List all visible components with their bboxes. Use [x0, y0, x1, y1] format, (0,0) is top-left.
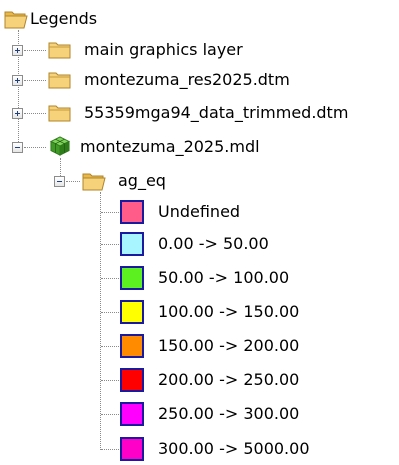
expand-plus-icon[interactable]: [12, 45, 23, 56]
tree-node-label: Legends: [30, 9, 98, 28]
folder-open-icon: [4, 11, 28, 29]
legend-item-150-200[interactable]: 150.00 -> 200.00: [0, 333, 340, 359]
legend-item-0-50[interactable]: 0.00 -> 50.00: [0, 231, 320, 257]
color-swatch: [120, 300, 144, 324]
legend-item-label: 300.00 -> 5000.00: [158, 439, 310, 458]
tree-node-label: 55359mga94_data_trimmed.dtm: [84, 103, 349, 122]
green-cube-icon: [49, 136, 71, 156]
tree-node-montezuma-res2025-dtm[interactable]: montezuma_res2025.dtm: [0, 67, 340, 93]
legend-item-100-150[interactable]: 100.00 -> 150.00: [0, 299, 340, 325]
folder-icon: [48, 105, 71, 122]
folder-open-icon: [82, 173, 106, 191]
legend-item-300-5000[interactable]: 300.00 -> 5000.00: [0, 436, 360, 462]
tree-node-main-graphics-layer[interactable]: main graphics layer: [0, 37, 260, 63]
color-swatch: [120, 437, 144, 461]
color-swatch: [120, 402, 144, 426]
expand-plus-icon[interactable]: [12, 108, 23, 119]
expand-plus-icon[interactable]: [12, 75, 23, 86]
color-swatch: [120, 266, 144, 290]
tree-node-label: ag_eq: [118, 171, 166, 190]
color-swatch: [120, 200, 144, 224]
color-swatch: [120, 334, 144, 358]
tree-node-55359mga94-data-trimmed-dtm[interactable]: 55359mga94_data_trimmed.dtm: [0, 100, 399, 126]
legend-item-50-100[interactable]: 50.00 -> 100.00: [0, 265, 330, 291]
legend-item-label: 0.00 -> 50.00: [158, 234, 269, 253]
collapse-minus-icon[interactable]: [12, 142, 23, 153]
folder-icon: [48, 42, 71, 59]
tree-node-label: main graphics layer: [84, 40, 243, 59]
color-swatch: [120, 368, 144, 392]
legend-item-200-250[interactable]: 200.00 -> 250.00: [0, 367, 340, 393]
legend-item-label: 150.00 -> 200.00: [158, 336, 300, 355]
legend-item-label: 200.00 -> 250.00: [158, 370, 300, 389]
folder-icon: [48, 72, 71, 89]
legend-item-label: 250.00 -> 300.00: [158, 404, 300, 423]
tree-node-label: montezuma_res2025.dtm: [84, 70, 290, 89]
legend-item-250-300[interactable]: 250.00 -> 300.00: [0, 401, 340, 427]
legend-tree: Legends main graphics layer montezuma_re…: [0, 0, 399, 465]
collapse-minus-icon[interactable]: [54, 176, 65, 187]
legend-item-label: Undefined: [158, 202, 241, 221]
legend-item-label: 100.00 -> 150.00: [158, 302, 300, 321]
legend-item-label: 50.00 -> 100.00: [158, 268, 290, 287]
tree-node-ag-eq[interactable]: ag_eq: [0, 168, 200, 194]
legend-item-undefined[interactable]: Undefined: [0, 199, 300, 225]
color-swatch: [120, 232, 144, 256]
tree-node-label: montezuma_2025.mdl: [80, 137, 260, 156]
tree-node-montezuma-2025-mdl[interactable]: montezuma_2025.mdl: [0, 134, 310, 160]
tree-node-legends[interactable]: Legends: [0, 6, 130, 32]
